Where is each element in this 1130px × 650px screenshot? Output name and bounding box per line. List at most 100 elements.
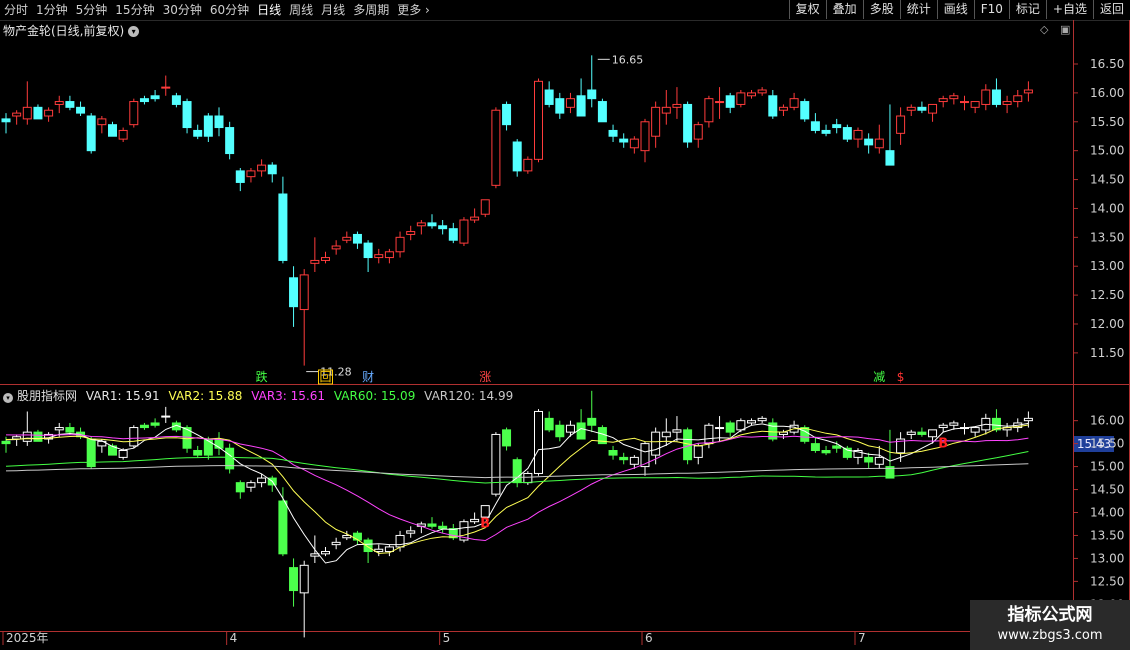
indicator-candle-body: [22, 431, 32, 442]
main-candle-body: [970, 101, 980, 108]
kline-chart[interactable]: 16.50 16.00 15.50 15.00 14.50 14.00 13.50 13.00…: [0, 0, 1130, 650]
indicator-candle-body: [118, 450, 128, 458]
indicator-candle-body: [555, 424, 565, 438]
indicator-candle-body: [672, 429, 682, 433]
main-candle-body: [310, 259, 320, 264]
indicator-candle-body: [757, 417, 767, 422]
indicator-candle-body: [321, 551, 330, 555]
main-candle-body: [651, 106, 661, 137]
date-axis-label: 2025年: [6, 631, 49, 645]
event-marker: 涨: [479, 369, 491, 384]
main-candle-body: [193, 129, 203, 137]
main-candle-body: [65, 101, 75, 108]
price-axis-label: 12.00: [1090, 317, 1124, 331]
main-candle-body: [704, 98, 714, 123]
main-candle-body: [981, 89, 991, 105]
main-candle-body: [331, 245, 341, 250]
main-candle-body: [352, 233, 362, 244]
indicator-candle-body: [139, 424, 149, 429]
main-candle-body: [928, 103, 938, 114]
main-candle-body: [672, 103, 682, 108]
main-candle-body: [108, 124, 117, 137]
indicator-candle-body: [938, 424, 948, 429]
indicator-axis-label: 14.50: [1090, 483, 1124, 497]
indicator-candle-body: [406, 530, 416, 534]
indicator-candle-body: [352, 532, 362, 541]
main-candle-body: [150, 95, 160, 100]
main-candle-body: [949, 95, 959, 100]
main-candle-body: [523, 158, 533, 172]
indicator-candle-body: [928, 429, 938, 438]
indicator-candle-body: [704, 424, 714, 445]
main-candle-body: [203, 115, 213, 137]
main-candle-body: [619, 138, 629, 143]
buy-signal: B: [938, 436, 948, 451]
indicator-candle-body: [65, 427, 75, 433]
price-axis-label: 16.50: [1090, 57, 1124, 71]
var3-line: [5, 434, 1029, 542]
indicator-candle-body: [1, 440, 11, 445]
main-candle-body: [736, 92, 746, 105]
var2-line: [5, 424, 1029, 554]
main-candle-body: [1002, 101, 1012, 105]
indicator-candle-body: [502, 429, 512, 447]
indicator-candle-body: [33, 431, 43, 442]
main-candle-body: [278, 193, 288, 261]
indicator-candle-body: [1023, 417, 1033, 422]
indicator-candle-body: [565, 424, 575, 433]
date-axis-label: 7: [858, 631, 866, 645]
price-axis-label: 16.00: [1090, 86, 1124, 100]
indicator-axis-label: 12.50: [1090, 574, 1124, 588]
indicator-axis-label: 14.00: [1090, 506, 1124, 520]
main-candle-body: [597, 101, 607, 123]
main-candle-body: [832, 124, 842, 129]
event-marker: $: [897, 370, 905, 384]
main-candle-body: [97, 118, 107, 126]
indicator-candle-body: [640, 443, 650, 468]
indicator-axis-label: 15.00: [1090, 460, 1124, 474]
indicator-candle-body: [810, 443, 820, 452]
main-candle-body: [33, 106, 43, 120]
main-candle-body: [842, 127, 852, 140]
indicator-candle-body: [289, 567, 299, 592]
main-candle-body: [225, 127, 235, 155]
main-candle-body: [768, 95, 778, 117]
main-candle-body: [384, 251, 394, 259]
main-candle-body: [661, 106, 671, 114]
indicator-candle-body: [715, 427, 725, 430]
indicator-candle-body: [438, 525, 448, 530]
indicator-candle-body: [299, 564, 309, 594]
main-candle-body: [991, 89, 1001, 105]
main-candle-body: [257, 164, 267, 172]
price-axis-label: 14.50: [1090, 173, 1124, 187]
indicator-candle-body: [949, 422, 959, 426]
main-candle-body: [864, 138, 874, 146]
main-candle-body: [76, 106, 86, 114]
main-candle-body: [129, 101, 139, 126]
indicator-candle-body: [427, 523, 437, 527]
main-candle-body: [289, 277, 299, 308]
indicator-candle-body: [331, 541, 341, 546]
main-candle-body: [544, 89, 554, 105]
main-candle-body: [267, 164, 277, 175]
main-candle-body: [416, 222, 426, 227]
indicator-candle-body: [629, 456, 639, 465]
indicator-candle-body: [821, 450, 831, 454]
main-candle-body: [960, 101, 969, 104]
main-candle-body: [12, 112, 22, 117]
main-candle-body: [725, 95, 735, 108]
main-candle-body: [161, 86, 171, 89]
indicator-candle-body: [257, 477, 267, 484]
buy-signal: B: [480, 517, 490, 532]
main-candle-body: [896, 115, 906, 134]
main-candle-body: [800, 101, 810, 120]
watermark-url: www.zbgs3.com: [997, 628, 1103, 643]
main-candle-body: [885, 150, 895, 166]
main-candle-body: [321, 257, 330, 261]
indicator-axis-label: 13.50: [1090, 528, 1124, 542]
price-axis-label: 15.50: [1090, 115, 1124, 129]
indicator-candle-body: [363, 539, 373, 553]
price-axis-label: 14.00: [1090, 201, 1124, 215]
indicator-candle-body: [608, 450, 618, 456]
main-candle-body: [565, 98, 575, 108]
